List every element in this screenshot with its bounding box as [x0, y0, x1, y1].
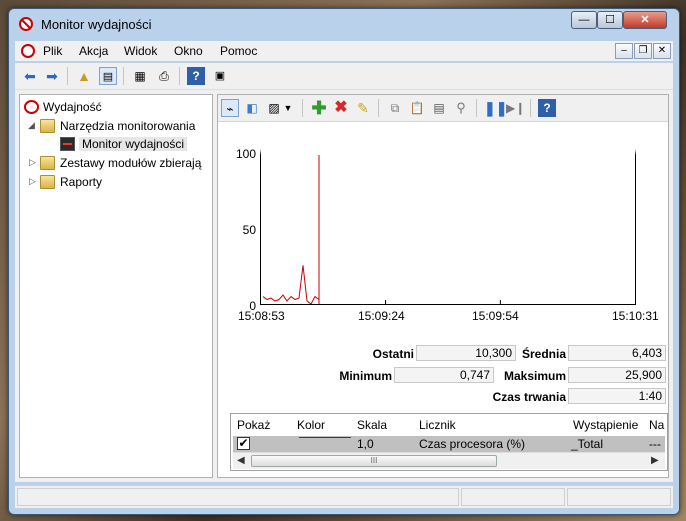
y-tick-label: 50: [242, 223, 256, 237]
menu-pomoc[interactable]: Pomoc: [220, 44, 257, 58]
view-graph-icon[interactable]: ⌁: [221, 99, 239, 117]
highlight-icon[interactable]: ✎: [354, 99, 372, 117]
menu-bar: Plik Akcja Widok Okno Pomoc – ❐ ✕: [15, 41, 673, 61]
legend-header-instance[interactable]: Wystąpienie: [573, 418, 638, 432]
data-collector-icon: [40, 156, 55, 170]
stat-value-duration: 1:40: [568, 388, 666, 404]
series-line: [262, 265, 320, 304]
folder-icon: [40, 119, 55, 133]
tree-node-label: Narzędzia monitorowania: [60, 119, 196, 133]
legend-row-scale: 1,0: [357, 437, 374, 451]
legend-row-counter: Czas procesora (%): [419, 437, 526, 451]
show-checkbox[interactable]: ✔: [237, 437, 250, 450]
main-window: Monitor wydajności — ☐ ✕ Plik Akcja Wido…: [8, 8, 680, 515]
stat-label-last: Ostatni: [372, 347, 414, 361]
stat-value-last: 10,300: [416, 345, 516, 361]
menu-okno[interactable]: Okno: [174, 44, 203, 58]
scroll-right-arrow-icon[interactable]: ▶: [651, 455, 659, 466]
properties-icon[interactable]: ▦: [131, 67, 149, 85]
x-tick-label: 15:09:24: [358, 309, 405, 323]
change-graph-type-icon[interactable]: ▨: [265, 99, 283, 117]
console-content: Wydajność ◢ Narzędzia monitorowania Moni…: [15, 90, 673, 482]
legend-row-instance: _Total: [571, 437, 604, 451]
stat-label-avg: Średnia: [521, 347, 566, 361]
properties-icon[interactable]: ▤: [430, 99, 448, 117]
navigation-tree: Wydajność ◢ Narzędzia monitorowania Moni…: [19, 94, 213, 478]
stat-label-min: Minimum: [339, 369, 392, 383]
forward-arrow-icon[interactable]: ➡: [43, 67, 61, 85]
zoom-icon[interactable]: ⚲: [452, 99, 470, 117]
graph-svg: [262, 155, 501, 304]
scrollbar-thumb[interactable]: III: [251, 455, 497, 467]
main-toolbar: ⬅ ➡ ▲ ▤ ▦ ⎙ ? ▣: [15, 63, 673, 90]
dropdown-arrow-icon[interactable]: ▼: [282, 99, 294, 117]
legend-row-na: ---: [649, 437, 661, 451]
update-data-icon[interactable]: ▶❙: [506, 99, 525, 117]
tree-node-label: Wydajność: [43, 100, 102, 114]
collapse-triangle-icon[interactable]: ◢: [28, 120, 35, 131]
counter-color-swatch: [299, 437, 351, 438]
legend-header-counter[interactable]: Licznik: [419, 418, 456, 432]
close-button[interactable]: ✕: [623, 11, 667, 29]
x-tick-label: 15:10:31: [612, 309, 659, 323]
stat-label-max: Maksimum: [503, 369, 566, 383]
expand-triangle-icon[interactable]: ▷: [29, 176, 36, 187]
minimize-button[interactable]: —: [571, 11, 597, 29]
status-bar: [15, 485, 673, 508]
title-bar: Monitor wydajności — ☐ ✕: [9, 9, 679, 39]
legend-header-show[interactable]: Pokaż: [237, 418, 270, 432]
tree-node-label: Raporty: [60, 175, 103, 189]
legend-header-na[interactable]: Na: [649, 418, 664, 432]
monitor-icon: [60, 137, 75, 151]
stat-value-avg: 6,403: [568, 345, 666, 361]
status-cell-main: [17, 488, 459, 506]
stat-value-max: 25,900: [568, 367, 666, 383]
menu-akcja[interactable]: Akcja: [79, 44, 108, 58]
tree-node-label: Monitor wydajności: [79, 137, 188, 151]
delete-counter-icon[interactable]: ✖: [332, 99, 350, 117]
legend-horizontal-scrollbar[interactable]: ◀ III ▶: [233, 452, 665, 469]
expand-triangle-icon[interactable]: ▷: [29, 157, 36, 168]
stat-value-min: 0,747: [394, 367, 494, 383]
freeze-display-icon[interactable]: ❚❚: [484, 99, 507, 117]
legend-row[interactable]: ✔ 1,0 Czas procesora (%) _Total ---: [233, 436, 665, 452]
help-icon[interactable]: ?: [538, 99, 556, 117]
menu-plik[interactable]: Plik: [43, 44, 62, 58]
reports-icon: [40, 175, 55, 189]
tree-node-label: Zestawy modułów zbierają: [60, 156, 202, 170]
mdi-minimize-button[interactable]: –: [615, 43, 633, 59]
y-tick-label: 100: [235, 147, 256, 161]
console-menu-icon[interactable]: [21, 44, 35, 58]
view-current-activity-icon[interactable]: ◧: [243, 99, 261, 117]
performance-icon: [24, 100, 39, 114]
stat-label-duration: Czas trwania: [492, 390, 566, 404]
line-graph: [260, 149, 636, 305]
scroll-left-arrow-icon[interactable]: ◀: [237, 455, 245, 466]
maximize-button[interactable]: ☐: [597, 11, 623, 29]
copy-icon[interactable]: ⧉: [386, 99, 404, 117]
print-icon[interactable]: ⎙: [155, 67, 173, 85]
mdi-restore-button[interactable]: ❐: [634, 43, 652, 59]
status-cell-3: [567, 488, 671, 506]
x-tick-label: 15:09:54: [472, 309, 519, 323]
mdi-close-button[interactable]: ✕: [653, 43, 671, 59]
show-hide-tree-icon[interactable]: ▤: [99, 67, 117, 85]
graph-toolbar: ⌁ ◧ ▨ ▼ ✚ ✖ ✎ ⧉ 📋 ▤ ⚲ ❚❚ ▶❙ ?: [218, 95, 668, 122]
show-action-pane-icon[interactable]: ▣: [211, 67, 229, 85]
legend-header-scale[interactable]: Skala: [357, 418, 387, 432]
x-tick-label: 15:08:53: [238, 309, 285, 323]
up-folder-icon[interactable]: ▲: [75, 67, 93, 85]
back-arrow-icon[interactable]: ⬅: [21, 67, 39, 85]
status-cell-2: [461, 488, 565, 506]
counter-legend: Pokaż Kolor Skala Licznik Wystąpienie Na…: [230, 413, 668, 471]
add-counter-icon[interactable]: ✚: [310, 99, 328, 117]
legend-header-color[interactable]: Kolor: [297, 418, 325, 432]
perfmon-app-icon: [19, 17, 33, 31]
paste-icon[interactable]: 📋: [408, 99, 426, 117]
help-icon[interactable]: ?: [187, 67, 205, 85]
performance-monitor-pane: ⌁ ◧ ▨ ▼ ✚ ✖ ✎ ⧉ 📋 ▤ ⚲ ❚❚ ▶❙ ? 100 50 0 1…: [217, 94, 669, 478]
window-title: Monitor wydajności: [41, 17, 152, 32]
menu-widok[interactable]: Widok: [124, 44, 157, 58]
